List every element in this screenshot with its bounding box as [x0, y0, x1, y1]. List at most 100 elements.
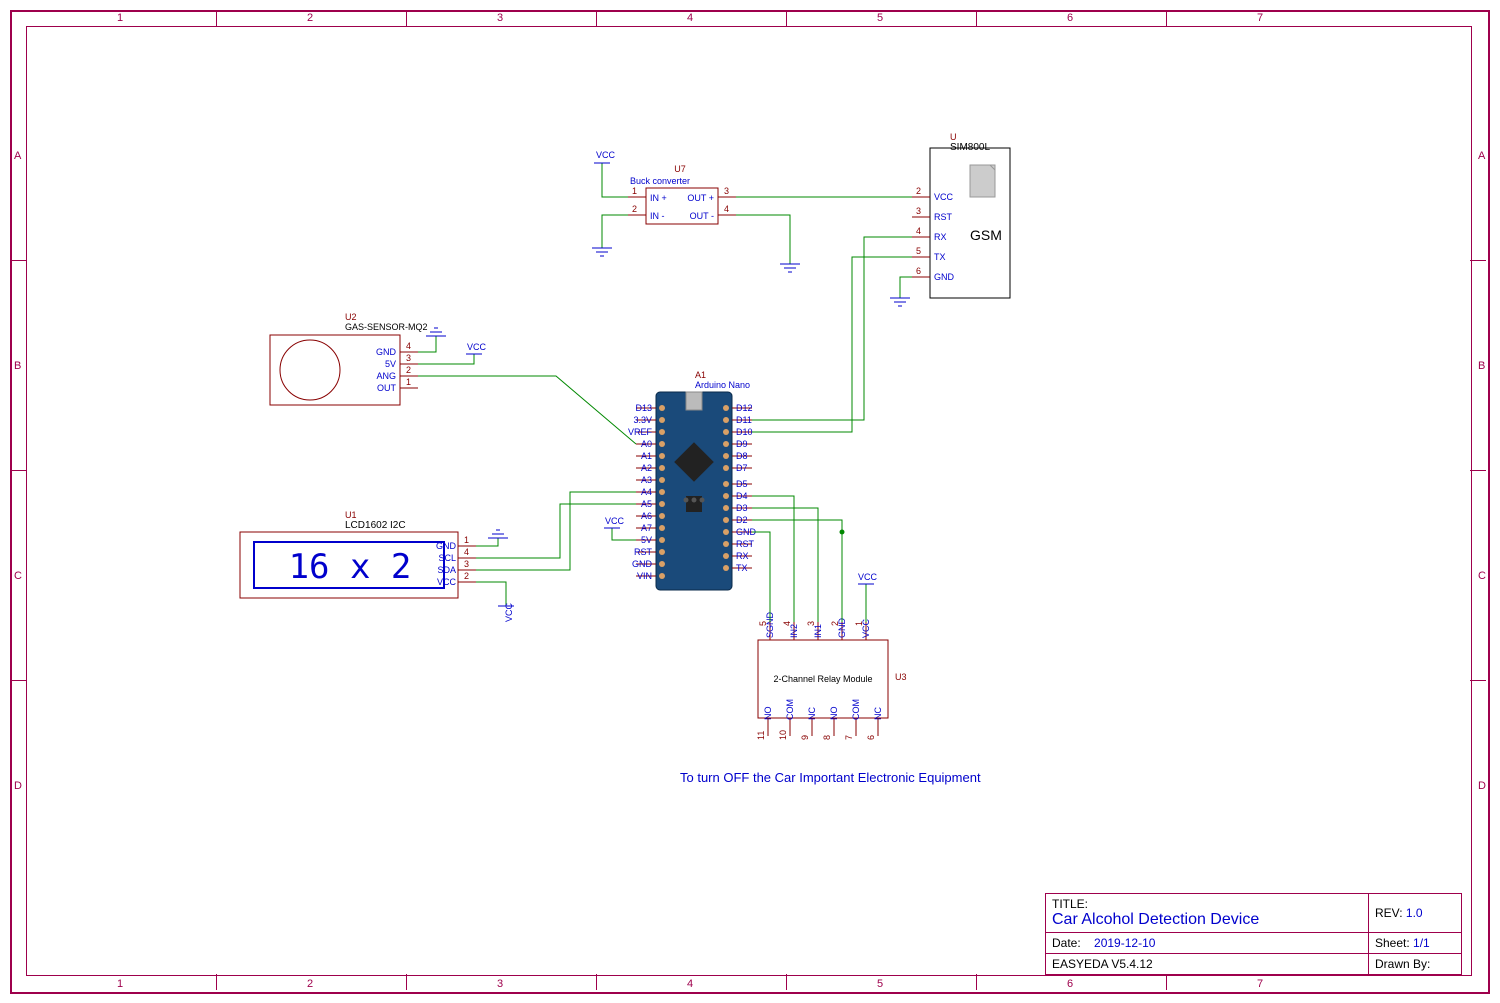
gas-ref: U2 — [345, 312, 357, 322]
svg-text:D3: D3 — [736, 503, 748, 513]
svg-text:ANG: ANG — [376, 371, 396, 381]
gsm-gnd — [890, 277, 912, 306]
svg-text:4: 4 — [724, 204, 729, 214]
svg-text:IN -: IN - — [650, 211, 665, 221]
title-block: TITLE: Car Alcohol Detection Device REV:… — [1045, 893, 1462, 975]
svg-text:4: 4 — [406, 341, 411, 351]
svg-text:D4: D4 — [736, 491, 748, 501]
svg-text:VCC: VCC — [437, 577, 457, 587]
svg-text:TX: TX — [934, 252, 946, 262]
svg-text:VCC: VCC — [596, 150, 616, 160]
svg-text:NC: NC — [807, 707, 817, 720]
wire-relay-in2 — [752, 496, 794, 622]
svg-text:9: 9 — [800, 735, 810, 740]
drawn-label: Drawn By: — [1375, 957, 1430, 971]
svg-text:D10: D10 — [736, 427, 753, 437]
svg-text:3: 3 — [916, 206, 921, 216]
svg-text:D11: D11 — [736, 415, 752, 425]
sheet-value: 1/1 — [1413, 936, 1430, 950]
svg-text:TX: TX — [736, 563, 748, 573]
arduino-vcc: VCC — [604, 516, 636, 540]
svg-text:OUT -: OUT - — [690, 211, 714, 221]
arduino-ref: A1 — [695, 370, 706, 380]
date-value: 2019-12-10 — [1094, 936, 1155, 950]
gsm-label: GSM — [970, 227, 1002, 243]
title-label: TITLE: — [1052, 897, 1088, 911]
wire-relay-gnd — [752, 520, 842, 622]
svg-text:D12: D12 — [736, 403, 753, 413]
wire-gas-a0 — [418, 376, 636, 444]
svg-text:GND: GND — [934, 272, 955, 282]
svg-text:10: 10 — [778, 730, 788, 740]
arduino-name: Arduino Nano — [695, 380, 750, 390]
svg-text:3.3V: 3.3V — [633, 415, 652, 425]
svg-text:D8: D8 — [736, 451, 748, 461]
svg-text:8: 8 — [822, 735, 832, 740]
rev-value: 1.0 — [1406, 906, 1423, 920]
gsm-module: U SIM800L GSM 2VCC 3RST 4RX 5TX 6GND — [912, 132, 1010, 298]
svg-text:IN2: IN2 — [789, 624, 799, 638]
buck-vcc: VCC — [594, 150, 628, 197]
svg-text:RST: RST — [934, 212, 953, 222]
svg-text:SDA: SDA — [437, 565, 456, 575]
lcd-gnd — [476, 530, 508, 546]
relay-name: 2-Channel Relay Module — [773, 674, 872, 684]
svg-text:NC: NC — [873, 707, 883, 720]
company-label: EASYEDA V5.4.12 — [1052, 957, 1153, 971]
svg-text:A2: A2 — [641, 463, 652, 473]
svg-text:RX: RX — [934, 232, 947, 242]
svg-text:D9: D9 — [736, 439, 748, 449]
relay-vcc: VCC — [858, 572, 878, 622]
svg-text:RST: RST — [736, 539, 755, 549]
svg-text:2: 2 — [406, 365, 411, 375]
svg-text:5: 5 — [916, 246, 921, 256]
relay-module: U3 2-Channel Relay Module 5SGND 4IN2 3IN… — [756, 611, 907, 740]
svg-text:VIN: VIN — [637, 571, 652, 581]
sheet-title: Car Alcohol Detection Device — [1052, 911, 1259, 928]
buck-ref: U7 — [674, 164, 686, 174]
wire-gsm-tx — [752, 257, 912, 432]
svg-text:D13: D13 — [635, 403, 652, 413]
schematic-canvas: U7 Buck converter 1IN + 2IN - 3OUT + 4OU… — [0, 0, 1500, 1003]
svg-text:3: 3 — [406, 353, 411, 363]
wire-relay-in1 — [752, 508, 818, 622]
svg-text:VCC: VCC — [934, 192, 954, 202]
svg-text:VREF: VREF — [628, 427, 653, 437]
lcd-module: 16 x 2 U1 LCD1602 I2C 1GND 4SCL 3SDA 2VC… — [240, 510, 476, 598]
gas-vcc: VCC — [418, 342, 487, 364]
svg-text:1: 1 — [632, 186, 637, 196]
buck-out-gnd — [736, 215, 800, 272]
buck-name: Buck converter — [630, 176, 690, 186]
schematic-note: To turn OFF the Car Important Electronic… — [680, 770, 981, 785]
sheet-label: Sheet: — [1375, 936, 1410, 950]
svg-text:VCC: VCC — [504, 602, 514, 622]
svg-text:A3: A3 — [641, 475, 652, 485]
svg-text:A4: A4 — [641, 487, 652, 497]
svg-text:SCL: SCL — [438, 553, 456, 563]
buck-converter: U7 Buck converter 1IN + 2IN - 3OUT + 4OU… — [628, 164, 736, 224]
svg-text:RX: RX — [736, 551, 749, 561]
svg-text:7: 7 — [844, 735, 854, 740]
svg-text:VCC: VCC — [858, 572, 878, 582]
svg-text:GND: GND — [632, 559, 653, 569]
svg-text:COM: COM — [785, 699, 795, 720]
svg-text:A7: A7 — [641, 523, 652, 533]
svg-text:6: 6 — [866, 735, 876, 740]
arduino-nano: A1 Arduino Nano D13 3.3V VREF A0 A1 A2 A… — [628, 370, 757, 590]
svg-text:6: 6 — [916, 266, 921, 276]
svg-text:OUT: OUT — [377, 383, 397, 393]
svg-text:GND: GND — [376, 347, 397, 357]
gsm-ref: U — [950, 132, 957, 142]
gas-sensor: U2 GAS-SENSOR-MQ2 4GND 35V 2ANG 1OUT — [270, 312, 428, 405]
svg-text:A1: A1 — [641, 451, 652, 461]
svg-text:4: 4 — [916, 226, 921, 236]
svg-text:A0: A0 — [641, 439, 652, 449]
lcd-name: LCD1602 I2C — [345, 520, 406, 531]
wire-relay-sgnd — [752, 532, 770, 622]
svg-text:4: 4 — [464, 547, 469, 557]
svg-text:2: 2 — [916, 186, 921, 196]
svg-text:IN +: IN + — [650, 193, 667, 203]
svg-text:D5: D5 — [736, 479, 748, 489]
svg-text:IN1: IN1 — [813, 624, 823, 638]
wire-gsm-rx — [752, 237, 912, 420]
